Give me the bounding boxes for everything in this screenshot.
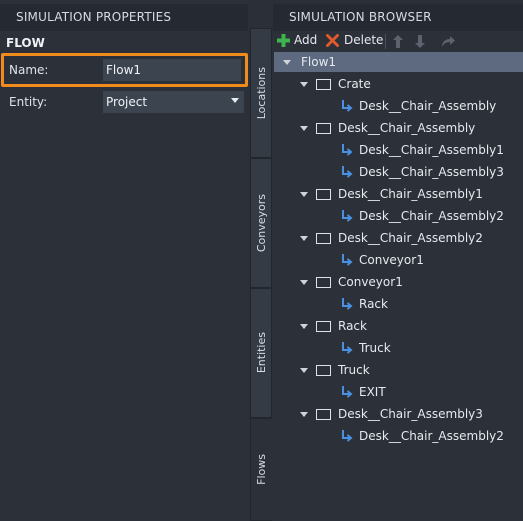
vertical-tab-strip: Locations Conveyors Entities Flows (250, 28, 273, 521)
location-box-icon (316, 364, 331, 376)
location-box-icon (316, 408, 331, 420)
entity-select[interactable]: Project (103, 91, 244, 113)
tab-conveyors-label: Conveyors (254, 193, 268, 253)
tree-node[interactable]: Desk__Chair_Assembly3 (300, 406, 483, 422)
expand-arrow-icon[interactable] (300, 191, 308, 197)
location-box-icon (316, 188, 331, 200)
tree-item-label: Desk__Chair_Assembly2 (338, 231, 483, 245)
move-up-icon[interactable] (392, 34, 404, 49)
tree-node[interactable]: Crate (300, 76, 371, 92)
tree-item-label: Desk__Chair_Assembly3 (338, 407, 483, 421)
simulation-properties-header: SIMULATION PROPERTIES (0, 4, 248, 31)
chevron-down-icon (231, 98, 239, 103)
tree-item-label: Rack (359, 297, 388, 311)
flow-arrow-icon (342, 298, 353, 310)
flow-arrow-icon (342, 144, 353, 156)
tree-flow-link[interactable]: Desk__Chair_Assembly1 (340, 142, 504, 158)
tree-item-label: Flow1 (301, 55, 337, 69)
entity-select-value: Project (106, 95, 148, 109)
location-box-icon (316, 78, 331, 90)
tree-node[interactable]: Truck (300, 362, 370, 378)
tree-item-label: Truck (359, 341, 391, 355)
tree-flow-link[interactable]: Truck (340, 340, 391, 356)
expand-arrow-icon[interactable] (283, 59, 291, 65)
tree-item-label: Truck (338, 363, 370, 377)
tree-node[interactable]: Desk__Chair_Assembly2 (300, 230, 483, 246)
tree-node[interactable]: Conveyor1 (300, 274, 403, 290)
expand-arrow-icon[interactable] (300, 279, 308, 285)
flow-arrow-icon (342, 210, 353, 222)
tree-node[interactable]: Desk__Chair_Assembly1 (300, 186, 483, 202)
tree-flow-link[interactable]: Desk__Chair_Assembly (340, 98, 496, 114)
tree-item-label: Conveyor1 (338, 275, 403, 289)
flow-arrow-icon (342, 430, 353, 442)
simulation-browser-header: SIMULATION BROWSER (273, 4, 523, 31)
delete-button-label: Delete (344, 33, 384, 47)
tree-item-label: Conveyor1 (359, 253, 424, 267)
expand-arrow-icon[interactable] (300, 323, 308, 329)
tab-locations[interactable]: Locations (250, 28, 272, 158)
location-box-icon (316, 276, 331, 288)
location-box-icon (316, 232, 331, 244)
redirect-arrow-icon[interactable] (440, 34, 456, 48)
tree-item-label: Desk__Chair_Assembly1 (338, 187, 483, 201)
tab-entities[interactable]: Entities (250, 288, 272, 418)
flow-arrow-icon (342, 254, 353, 266)
tree-node[interactable]: Rack (300, 318, 367, 334)
tree-item-label: Desk__Chair_Assembly (338, 121, 476, 135)
tree-flow-link[interactable]: Conveyor1 (340, 252, 424, 268)
section-title: FLOW (6, 36, 45, 50)
add-button-label: Add (294, 33, 318, 47)
tree-flow-link[interactable]: Desk__Chair_Assembly2 (340, 208, 504, 224)
tree-flow-link[interactable]: Desk__Chair_Assembly3 (340, 164, 504, 180)
expand-arrow-icon[interactable] (300, 125, 308, 131)
expand-arrow-icon[interactable] (300, 81, 308, 87)
flow-arrow-icon (342, 386, 353, 398)
flow-arrow-icon (342, 342, 353, 354)
tree-item-label: Crate (338, 77, 371, 91)
tree-flow-link[interactable]: Desk__Chair_Assembly2 (340, 428, 504, 444)
tree-item-label: EXIT (359, 385, 386, 399)
tab-locations-label: Locations (254, 66, 268, 120)
expand-arrow-icon[interactable] (300, 411, 308, 417)
delete-x-icon (326, 33, 339, 47)
tab-flows[interactable]: Flows (250, 418, 272, 521)
tab-entities-label: Entities (254, 332, 268, 374)
tree-flow-link[interactable]: Rack (340, 296, 388, 312)
tab-conveyors[interactable]: Conveyors (250, 158, 272, 288)
tree-item-label: Desk__Chair_Assembly2 (359, 429, 504, 443)
tree-item-label: Desk__Chair_Assembly (359, 99, 497, 113)
flow-arrow-icon (342, 166, 353, 178)
tree-flow-link[interactable]: EXIT (340, 384, 386, 400)
name-field-highlight (1, 53, 248, 87)
tree-item-label: Rack (338, 319, 367, 333)
entity-label: Entity: (9, 95, 48, 109)
browser-toolbar: Add Delete (273, 31, 523, 53)
tree-item-label: Desk__Chair_Assembly3 (359, 165, 504, 179)
tree-root[interactable]: Flow1 (283, 54, 336, 70)
toolbar-divider (385, 34, 386, 49)
delete-button[interactable]: Delete (326, 33, 383, 47)
tree-item-label: Desk__Chair_Assembly1 (359, 143, 504, 157)
tree-node[interactable]: Desk__Chair_Assembly (300, 120, 475, 136)
tab-flows-label: Flows (255, 454, 268, 485)
move-down-icon[interactable] (414, 34, 426, 49)
location-box-icon (316, 122, 331, 134)
flow-arrow-icon (342, 100, 353, 112)
location-box-icon (316, 320, 331, 332)
tree-item-label: Desk__Chair_Assembly2 (359, 209, 504, 223)
add-button[interactable]: Add (277, 33, 317, 47)
plus-icon (277, 33, 290, 47)
expand-arrow-icon[interactable] (300, 235, 308, 241)
expand-arrow-icon[interactable] (300, 367, 308, 373)
